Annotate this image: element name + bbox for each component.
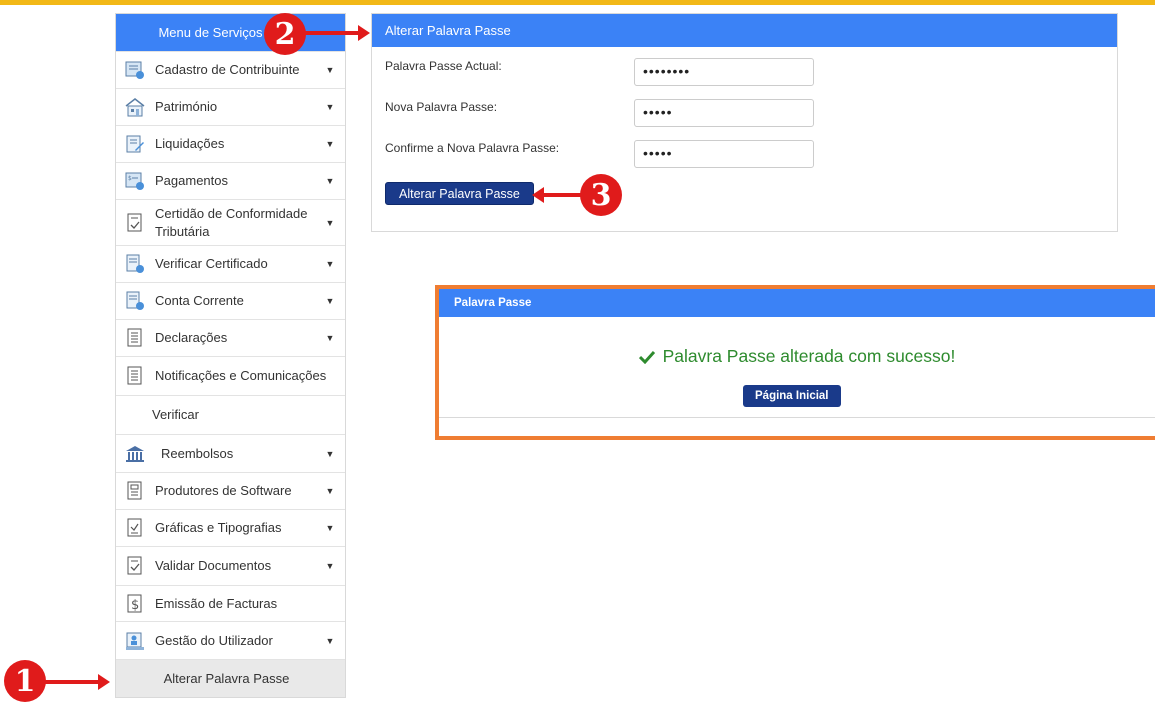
success-dialog: Palavra Passe Palavra Passe alterada com…: [435, 285, 1155, 440]
sidebar-item-emissao-facturas[interactable]: $ Emissão de Facturas: [116, 585, 345, 621]
home-page-button[interactable]: Página Inicial: [743, 385, 841, 407]
sidebar-item-reembolsos[interactable]: Reembolsos ▼: [116, 434, 345, 472]
account-icon: [124, 290, 146, 312]
sidebar-item-validar-documentos[interactable]: Validar Documentos ▼: [116, 546, 345, 585]
document-icon: [124, 327, 146, 349]
software-document-icon: [124, 480, 146, 502]
svg-text:$: $: [128, 175, 132, 182]
dollar-document-icon: $: [124, 593, 146, 615]
svg-text:$: $: [131, 598, 139, 613]
sidebar-item-label: Património: [155, 99, 218, 114]
caret-down-icon: ▼: [325, 561, 335, 571]
user-management-icon: [124, 630, 146, 652]
sidebar-item-label: Declarações: [155, 330, 228, 345]
print-document-icon: [124, 517, 146, 539]
sidebar-item-label: Gestão do Utilizador: [155, 632, 273, 648]
new-password-field[interactable]: •••••: [634, 99, 814, 127]
caret-down-icon: ▼: [325, 523, 335, 533]
form-icon: [124, 59, 146, 81]
sidebar-item-liquidacoes[interactable]: Liquidações ▼: [116, 125, 345, 162]
arrow-head-step-2: [358, 25, 370, 41]
sidebar-item-label: Gráficas e Tipografias: [155, 520, 282, 535]
sidebar-item-graficas[interactable]: Gráficas e Tipografias ▼: [116, 509, 345, 546]
caret-down-icon: ▼: [325, 65, 335, 75]
sidebar-item-label: Emissão de Facturas: [155, 595, 278, 611]
caret-down-icon: ▼: [325, 635, 335, 646]
caret-down-icon: ▼: [325, 102, 335, 112]
callout-step-3: 3: [580, 174, 622, 216]
success-message: Palavra Passe alterada com sucesso!: [439, 346, 1155, 367]
current-password-field[interactable]: ••••••••: [634, 58, 814, 86]
new-password-label: Nova Palavra Passe:: [385, 100, 498, 114]
sidebar-item-pagamentos[interactable]: $ Pagamentos ▼: [116, 162, 345, 199]
sidebar-item-label: Certidão de Conformidade Tributária: [155, 205, 308, 239]
change-password-button[interactable]: Alterar Palavra Passe: [385, 182, 534, 205]
house-icon: [124, 96, 146, 118]
sidebar-item-produtores-software[interactable]: Produtores de Software ▼: [116, 472, 345, 509]
panel-title: Alterar Palavra Passe: [372, 14, 1117, 47]
sidebar-item-cadastro[interactable]: Cadastro de Contribuinte ▼: [116, 51, 345, 88]
caret-down-icon: ▼: [325, 333, 335, 343]
arrow-head-step-1: [98, 674, 110, 690]
sidebar-item-label: Reembolsos: [161, 445, 234, 461]
sidebar-item-certidao[interactable]: Certidão de Conformidade Tributária ▼: [116, 199, 345, 245]
sidebar-item-alterar-palavra-passe[interactable]: Alterar Palavra Passe: [116, 659, 345, 697]
sidebar-item-label: Verificar: [152, 407, 199, 422]
sidebar-item-notificacoes[interactable]: Notificações e Comunicações: [116, 356, 345, 395]
confirm-password-label: Confirme a Nova Palavra Passe:: [385, 141, 560, 155]
caret-down-icon: ▼: [325, 486, 335, 496]
document-icon: [124, 365, 146, 387]
caret-down-icon: ▼: [325, 176, 335, 186]
payment-icon: $: [124, 170, 146, 192]
sidebar-item-verificar-certificado[interactable]: Verificar Certificado ▼: [116, 245, 345, 282]
sidebar-item-gestao-utilizador[interactable]: Gestão do Utilizador ▼: [116, 621, 345, 659]
dialog-divider: [439, 417, 1155, 418]
callout-step-1: 1: [4, 660, 46, 702]
edit-document-icon: [124, 133, 146, 155]
sidebar-item-label: Cadastro de Contribuinte: [155, 62, 300, 77]
callout-step-2: 2: [264, 13, 306, 55]
sidebar-item-label: Verificar Certificado: [155, 256, 268, 271]
caret-down-icon: ▼: [325, 296, 335, 306]
sidebar-item-label: Pagamentos: [155, 173, 228, 188]
sidebar-item-verificar[interactable]: Verificar: [116, 395, 345, 434]
sidebar-item-label: Alterar Palavra Passe: [163, 671, 290, 686]
change-password-panel: Alterar Palavra Passe Palavra Passe Actu…: [371, 13, 1118, 232]
sidebar-item-conta-corrente[interactable]: Conta Corrente ▼: [116, 282, 345, 319]
top-accent-stripe: [0, 0, 1155, 5]
bank-icon: [124, 443, 146, 465]
verify-certificate-icon: [124, 253, 146, 275]
sidebar-item-patrimonio[interactable]: Património ▼: [116, 88, 345, 125]
arrow-step-1: [44, 680, 100, 684]
confirm-password-field[interactable]: •••••: [634, 140, 814, 168]
caret-down-icon: ▼: [325, 139, 335, 149]
arrow-head-step-3: [532, 187, 544, 203]
sidebar-item-label: Conta Corrente: [155, 293, 244, 308]
sidebar-item-label: Validar Documentos: [155, 558, 272, 573]
caret-down-icon: ▼: [325, 259, 335, 269]
check-document-icon: [124, 555, 146, 577]
services-sidebar: Menu de Serviços Cadastro de Contribuint…: [115, 13, 346, 698]
current-password-label: Palavra Passe Actual:: [385, 59, 502, 73]
arrow-step-3: [544, 193, 584, 197]
caret-down-icon: ▼: [325, 217, 335, 228]
caret-down-icon: ▼: [325, 448, 335, 459]
sidebar-item-label: Produtores de Software: [155, 483, 292, 498]
success-text: Palavra Passe alterada com sucesso!: [662, 346, 956, 366]
certificate-icon: [124, 212, 146, 234]
dialog-title: Palavra Passe: [439, 289, 1155, 317]
sidebar-item-declaracoes[interactable]: Declarações ▼: [116, 319, 345, 356]
arrow-step-2: [304, 31, 360, 35]
sidebar-item-label: Notificações e Comunicações: [155, 368, 327, 383]
sidebar-item-label: Liquidações: [155, 136, 225, 151]
checkmark-icon: [638, 350, 655, 364]
